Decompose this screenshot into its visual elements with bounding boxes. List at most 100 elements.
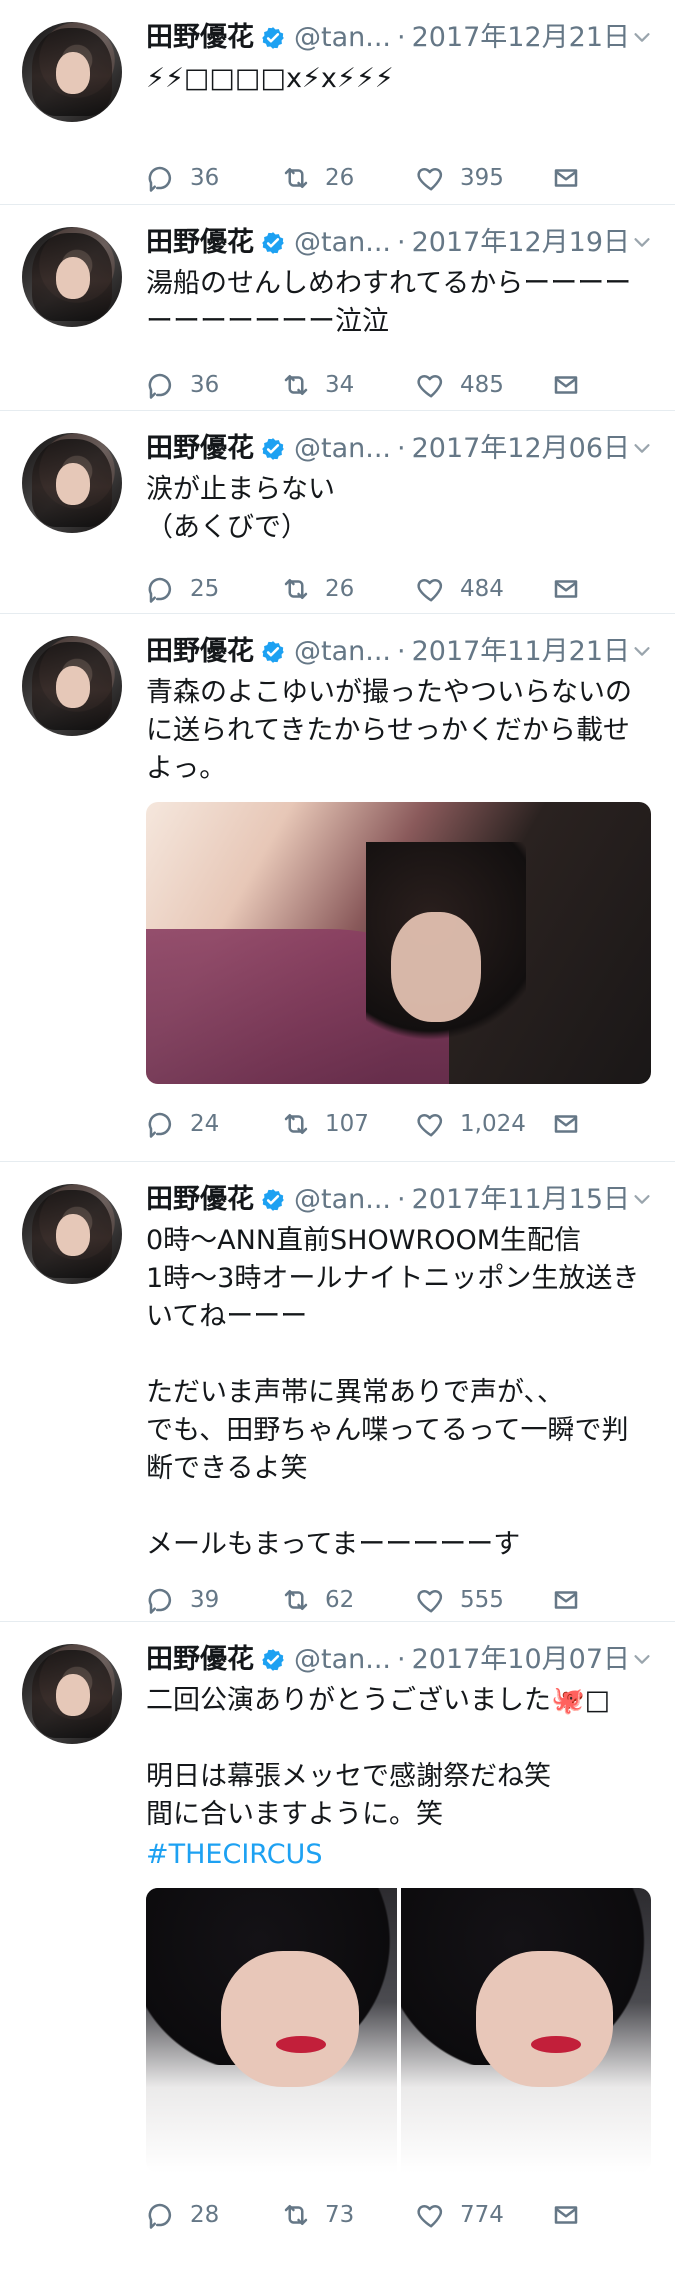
chevron-down-icon[interactable]	[631, 437, 653, 459]
share-button[interactable]	[551, 574, 595, 604]
retweet-button[interactable]: 26	[281, 574, 416, 604]
user-name[interactable]: 田野優花	[146, 226, 254, 260]
retweet-icon	[284, 1114, 308, 1134]
reply-count: 24	[190, 1111, 220, 1137]
user-handle[interactable]: @tan...	[294, 1643, 391, 1677]
share-button[interactable]	[551, 2200, 595, 2230]
share-button[interactable]	[551, 163, 595, 193]
tweet-date[interactable]: 2017年12月06日	[412, 432, 630, 466]
chevron-down-icon[interactable]	[631, 640, 653, 662]
avatar[interactable]	[22, 227, 122, 327]
reply-icon	[148, 1112, 172, 1138]
user-handle[interactable]: @tan...	[294, 21, 391, 55]
like-count: 1,024	[460, 1111, 526, 1137]
like-button[interactable]: 484	[416, 574, 551, 604]
tweet[interactable]: 田野優花 @tan... · 2017年11月21日 青森のよこゆいが撮ったやつ…	[0, 614, 675, 1162]
retweet-button[interactable]: 73	[281, 2200, 416, 2230]
share-button[interactable]	[551, 370, 595, 400]
chevron-down-icon[interactable]	[631, 1648, 653, 1670]
tweet-actions: 39 62 555	[146, 1580, 651, 1620]
tweet-text: 湯船のせんしめわすれてるからーーーーーーーーーーー泣泣	[146, 268, 632, 337]
tweet[interactable]: 田野優花 @tan... · 2017年11月15日 0時〜ANN直前SHOWR…	[0, 1162, 675, 1622]
tweet-text: 涙が止まらない （あくびで）	[146, 474, 335, 543]
verified-badge-icon	[262, 641, 284, 663]
tweet[interactable]: 田野優花 @tan... · 2017年12月06日 涙が止まらない （あくびで…	[0, 411, 675, 614]
tweet[interactable]: 田野優花 @tan... · 2017年12月21日 ⚡⚡□□□□x⚡x⚡⚡⚡ …	[0, 0, 675, 205]
like-count: 485	[460, 372, 504, 398]
reply-count: 39	[190, 1587, 220, 1613]
tweet-header: 田野優花 @tan... · 2017年12月21日	[146, 20, 651, 56]
tweet-date[interactable]: 2017年10月07日	[412, 1643, 630, 1677]
avatar[interactable]	[22, 433, 122, 533]
like-button[interactable]: 1,024	[416, 1109, 551, 1139]
mail-icon	[554, 580, 578, 598]
reply-button[interactable]: 36	[146, 163, 281, 193]
user-handle[interactable]: @tan...	[294, 226, 391, 260]
retweet-count: 62	[325, 1587, 355, 1613]
retweet-button[interactable]: 26	[281, 163, 416, 193]
like-button[interactable]: 485	[416, 370, 551, 400]
avatar[interactable]	[22, 1644, 122, 1744]
verified-badge-icon	[262, 232, 284, 254]
tweet-media[interactable]	[146, 1888, 651, 2173]
reply-button[interactable]: 25	[146, 574, 281, 604]
mail-icon	[554, 1591, 578, 1609]
tweet-date[interactable]: 2017年11月15日	[412, 1183, 630, 1217]
reply-button[interactable]: 36	[146, 370, 281, 400]
tweet-header: 田野優花 @tan... · 2017年11月15日	[146, 1182, 651, 1218]
tweet-actions: 36 26 395	[146, 158, 651, 198]
tweet-header: 田野優花 @tan... · 2017年12月19日	[146, 225, 651, 261]
avatar[interactable]	[22, 22, 122, 122]
like-button[interactable]: 555	[416, 1585, 551, 1615]
heart-icon	[417, 2205, 443, 2228]
share-button[interactable]	[551, 1585, 595, 1615]
separator-dot: ·	[397, 433, 406, 464]
user-name[interactable]: 田野優花	[146, 21, 254, 55]
tweet-text: 青森のよこゆいが撮ったやついらないのに送られてきたからせっかくだから載せよっ。	[146, 677, 632, 784]
separator-dot: ·	[397, 22, 406, 53]
share-button[interactable]	[551, 1109, 595, 1139]
retweet-count: 73	[325, 2202, 355, 2228]
user-handle[interactable]: @tan...	[294, 635, 391, 669]
tweet-date[interactable]: 2017年12月19日	[412, 226, 630, 260]
reply-button[interactable]: 28	[146, 2200, 281, 2230]
user-handle[interactable]: @tan...	[294, 1183, 391, 1217]
tweet[interactable]: 田野優花 @tan... · 2017年12月19日 湯船のせんしめわすれてるか…	[0, 205, 675, 411]
user-name[interactable]: 田野優花	[146, 1643, 254, 1677]
retweet-count: 26	[325, 576, 355, 602]
heart-icon	[417, 1114, 443, 1137]
tweet-text: 二回公演ありがとうございました🐙□ 明日は幕張メッセで感謝祭だね笑 間に合います…	[146, 1685, 611, 1830]
like-button[interactable]: 395	[416, 163, 551, 193]
reply-button[interactable]: 24	[146, 1109, 281, 1139]
retweet-button[interactable]: 107	[281, 1109, 416, 1139]
tweet-photo[interactable]	[146, 1888, 397, 2173]
heart-icon	[417, 168, 443, 191]
tweet-date[interactable]: 2017年11月21日	[412, 635, 630, 669]
hashtag-link[interactable]: #THECIRCUS	[146, 1836, 651, 1874]
retweet-count: 34	[325, 372, 355, 398]
mail-icon	[554, 1115, 578, 1133]
user-name[interactable]: 田野優花	[146, 432, 254, 466]
tweet[interactable]: 田野優花 @tan... · 2017年10月07日 二回公演ありがとうございま…	[0, 1622, 675, 2270]
user-name[interactable]: 田野優花	[146, 635, 254, 669]
tweet-photo[interactable]	[146, 802, 651, 1084]
like-button[interactable]: 774	[416, 2200, 551, 2230]
tweet-header: 田野優花 @tan... · 2017年11月21日	[146, 634, 651, 670]
tweet-photo[interactable]	[400, 1888, 651, 2173]
verified-badge-icon	[262, 1649, 284, 1671]
tweet-actions: 24 107 1,024	[146, 1104, 651, 1144]
chevron-down-icon[interactable]	[631, 231, 653, 253]
avatar[interactable]	[22, 1184, 122, 1284]
reply-button[interactable]: 39	[146, 1585, 281, 1615]
user-name[interactable]: 田野優花	[146, 1183, 254, 1217]
chevron-down-icon[interactable]	[631, 1188, 653, 1210]
user-handle[interactable]: @tan...	[294, 432, 391, 466]
tweet-date[interactable]: 2017年12月21日	[412, 21, 630, 55]
tweet-media[interactable]	[146, 802, 651, 1084]
retweet-button[interactable]: 62	[281, 1585, 416, 1615]
chevron-down-icon[interactable]	[631, 26, 653, 48]
separator-dot: ·	[397, 636, 406, 667]
reply-count: 36	[190, 165, 220, 191]
retweet-button[interactable]: 34	[281, 370, 416, 400]
avatar[interactable]	[22, 636, 122, 736]
